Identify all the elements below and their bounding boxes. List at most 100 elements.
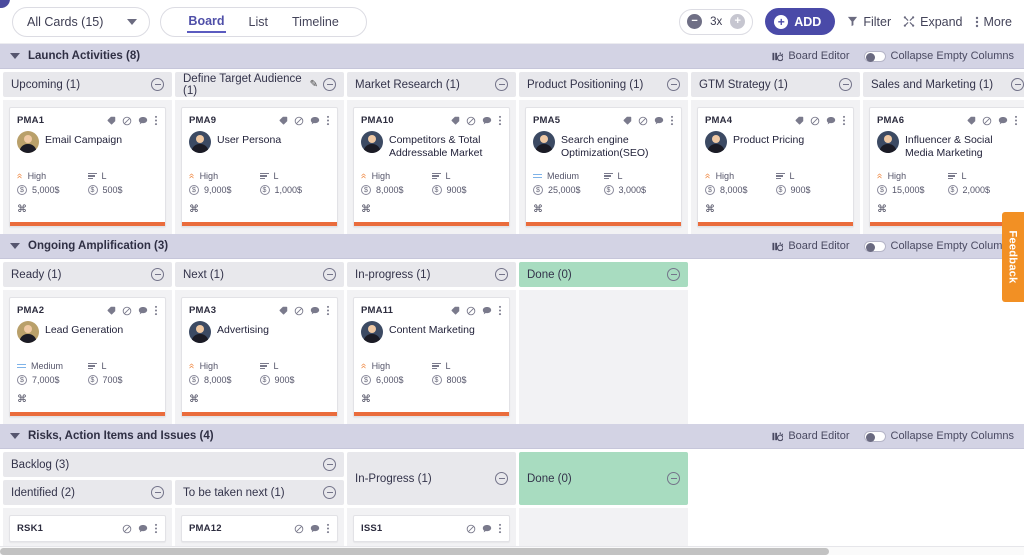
column-header[interactable]: Done (0) [519, 262, 688, 287]
collapse-column-button[interactable] [495, 472, 508, 485]
zoom-out-button[interactable]: − [687, 14, 703, 29]
parent-column-header[interactable]: Backlog (3) [3, 452, 344, 477]
collapse-column-button[interactable] [667, 268, 680, 281]
scrollbar-thumb[interactable] [0, 548, 830, 555]
column-header[interactable]: Next (1) [175, 262, 344, 287]
column-body[interactable]: PMA4 Product Pricing» High $8,000$ L $900$ ⌘ [691, 100, 860, 234]
card[interactable]: PMA10 Competitors & Total Addressable Mar… [353, 107, 510, 227]
column-body[interactable]: PMA5 Search engine Optimization(SEO) Mediu… [519, 100, 688, 234]
column-header[interactable]: Sales and Marketing (1) [863, 72, 1024, 97]
edit-pencil-icon[interactable]: ✎ [310, 79, 318, 90]
kebab-icon[interactable] [326, 305, 330, 316]
column-body[interactable]: PMA12 [175, 508, 344, 546]
priority-row: Medium [17, 361, 88, 371]
collapse-column-button[interactable] [495, 78, 508, 91]
kebab-icon[interactable] [154, 523, 158, 534]
card[interactable]: PMA5 Search engine Optimization(SEO) Mediu… [525, 107, 682, 227]
column-body[interactable]: PMA3 Advertising» High $8,000$ L $900$ ⌘ [175, 290, 344, 424]
kebab-icon[interactable] [1014, 115, 1018, 126]
feedback-tab[interactable]: Feedback [1002, 212, 1024, 302]
card[interactable]: PMA1 Email Campaign» High $5,000$ L $500$ ⌘ [9, 107, 166, 227]
card-body: User Persona [189, 131, 330, 165]
collapse-column-button[interactable] [495, 268, 508, 281]
kebab-icon[interactable] [498, 305, 502, 316]
all-cards-filter-dropdown[interactable]: All Cards (15) [12, 6, 151, 37]
column-body[interactable]: PMA9 User Persona» High $9,000$ L $1,000$ ⌘ [175, 100, 344, 234]
kebab-icon[interactable] [842, 115, 846, 126]
card[interactable]: PMA6 Influencer & Social Media Marketing »… [869, 107, 1024, 227]
kebab-icon[interactable] [498, 115, 502, 126]
column-header[interactable]: In-Progress (1) [347, 452, 516, 505]
caret-down-icon[interactable] [10, 53, 20, 59]
caret-down-icon[interactable] [10, 433, 20, 439]
collapse-empty-columns-toggle[interactable]: Collapse Empty Columns [863, 50, 1014, 62]
zoom-in-button[interactable]: + [730, 14, 746, 29]
column-body[interactable]: RSK1 [3, 508, 172, 546]
more-button[interactable]: More [975, 15, 1012, 29]
collapse-column-button[interactable] [323, 486, 336, 499]
column-body[interactable]: PMA2 Lead Generation Medium $7,000$ L $700$ ⌘ [3, 290, 172, 424]
column-body[interactable]: PMA10 Competitors & Total Addressable Mar… [347, 100, 516, 234]
column-header[interactable]: Product Positioning (1) [519, 72, 688, 97]
column-header[interactable]: In-progress (1) [347, 262, 516, 287]
column-header[interactable]: Identified (2) [3, 480, 172, 505]
collapse-column-button[interactable] [151, 268, 164, 281]
collapse-column-button[interactable] [151, 486, 164, 499]
kebab-icon[interactable] [498, 523, 502, 534]
kebab-icon[interactable] [154, 115, 158, 126]
card[interactable]: PMA9 User Persona» High $9,000$ L $1,000$ ⌘ [181, 107, 338, 227]
collapse-column-button[interactable] [839, 78, 852, 91]
caret-down-icon[interactable] [10, 243, 20, 249]
horizontal-scrollbar[interactable] [0, 546, 1024, 555]
tab-timeline[interactable]: Timeline [291, 12, 340, 32]
board-editor-button[interactable]: Board Editor [772, 240, 850, 252]
card-header-icons [122, 523, 158, 534]
column-body[interactable]: ISS1 [347, 508, 516, 546]
kebab-icon[interactable] [154, 305, 158, 316]
card[interactable]: PMA12 [181, 515, 338, 542]
column-body[interactable]: PMA1 Email Campaign» High $5,000$ L $500$ ⌘ [3, 100, 172, 234]
card[interactable]: PMA3 Advertising» High $8,000$ L $900$ ⌘ [181, 297, 338, 417]
collapse-column-button[interactable] [667, 78, 680, 91]
column-header[interactable]: To be taken next (1) [175, 480, 344, 505]
add-button[interactable]: + ADD [765, 8, 836, 35]
column-body[interactable]: PMA11 Content Marketing» High $6,000$ L $800$… [347, 290, 516, 424]
column-header[interactable]: Upcoming (1) [3, 72, 172, 97]
collapse-column-button[interactable] [323, 268, 336, 281]
collapse-column-button[interactable] [323, 458, 336, 471]
collapse-empty-columns-toggle[interactable]: Collapse Empty Columns [863, 430, 1014, 442]
filter-button[interactable]: Filter [847, 15, 891, 29]
collapse-empty-columns-toggle[interactable]: Collapse Empty Columns [863, 240, 1014, 252]
toggle-switch[interactable] [863, 240, 886, 252]
toggle-switch[interactable] [863, 50, 886, 62]
board-editor-button[interactable]: Board Editor [772, 430, 850, 442]
kebab-icon[interactable] [326, 523, 330, 534]
column-header[interactable]: Done (0) [519, 452, 688, 505]
budget-value: 5,000$ [32, 185, 60, 195]
card[interactable]: PMA4 Product Pricing» High $8,000$ L $900$ ⌘ [697, 107, 854, 227]
tab-list[interactable]: List [248, 12, 269, 32]
column-header[interactable]: Define Target Audience (1) ✎ [175, 72, 344, 97]
toggle-switch[interactable] [863, 430, 886, 442]
card[interactable]: RSK1 [9, 515, 166, 542]
card[interactable]: ISS1 [353, 515, 510, 542]
collapse-column-button[interactable] [1011, 78, 1024, 91]
column-body[interactable] [519, 290, 688, 424]
command-icon: ⌘ [877, 204, 887, 215]
column-header[interactable]: Ready (1) [3, 262, 172, 287]
expand-button[interactable]: Expand [903, 15, 963, 29]
column-header[interactable]: Market Research (1) [347, 72, 516, 97]
collapse-column-button[interactable] [151, 78, 164, 91]
board-scroll-area[interactable]: Launch Activities (8) Board Editor Collaps… [0, 44, 1024, 546]
card[interactable]: PMA2 Lead Generation Medium $7,000$ L $700$ ⌘ [9, 297, 166, 417]
card[interactable]: PMA11 Content Marketing» High $6,000$ L $800$… [353, 297, 510, 417]
kebab-icon[interactable] [326, 115, 330, 126]
column-body[interactable]: PMA6 Influencer & Social Media Marketing »… [863, 100, 1024, 234]
kebab-icon[interactable] [670, 115, 674, 126]
column-body[interactable] [519, 508, 688, 546]
collapse-column-button[interactable] [323, 78, 336, 91]
column-header[interactable]: GTM Strategy (1) [691, 72, 860, 97]
board-editor-button[interactable]: Board Editor [772, 50, 850, 62]
tab-board[interactable]: Board [187, 11, 226, 33]
collapse-column-button[interactable] [667, 472, 680, 485]
